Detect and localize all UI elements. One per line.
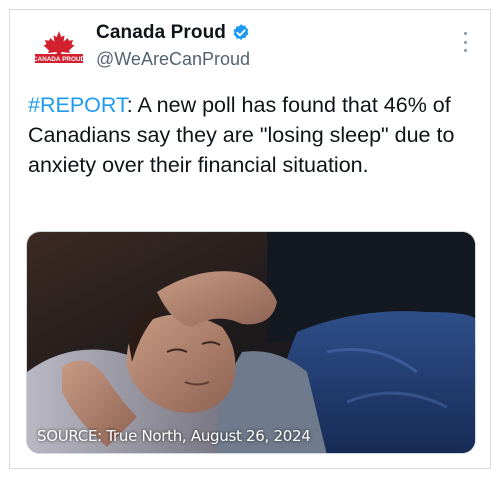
author-handle[interactable]: @WeAreCanProud (96, 49, 250, 70)
verified-badge-icon (231, 23, 251, 43)
canada-proud-logo: CANADA PROUD (33, 31, 86, 63)
hashtag-link[interactable]: #REPORT (28, 93, 127, 117)
more-options-icon[interactable] (462, 32, 468, 52)
tweet-card[interactable]: CANADA PROUD Canada Proud @WeAreCanProud… (9, 9, 491, 469)
image-caption: SOURCE: True North, August 26, 2024 (37, 427, 311, 445)
sleepless-man-photo (27, 232, 475, 453)
avatar-label: CANADA PROUD (33, 56, 86, 63)
author-name-row: Canada Proud (96, 22, 251, 44)
tweet-text: #REPORT: A new poll has found that 46% o… (28, 90, 478, 180)
author-avatar[interactable]: CANADA PROUD (32, 24, 86, 78)
author-display-name[interactable]: Canada Proud (96, 22, 226, 44)
tweet-media-image[interactable]: SOURCE: True North, August 26, 2024 (26, 231, 476, 454)
